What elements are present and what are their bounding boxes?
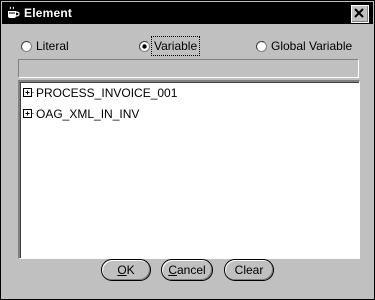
source-type-group: Literal Variable Global Variable	[1, 36, 375, 57]
cancel-label-rest: ancel	[176, 263, 206, 277]
radio-checked-icon	[139, 40, 150, 52]
tree-node-label: OAG_XML_IN_INV	[36, 107, 140, 121]
dialog-buttons: OK Cancel Clear	[1, 259, 375, 283]
ok-button[interactable]: OK	[101, 259, 151, 281]
radio-global-variable[interactable]: Global Variable	[256, 37, 352, 55]
clear-button[interactable]: Clear	[224, 259, 274, 281]
ok-mnemonic: O	[117, 263, 127, 277]
cancel-button[interactable]: Cancel	[161, 259, 213, 281]
element-dialog: Element Literal Variable Global Variable…	[0, 0, 375, 300]
tree-node-process-invoice[interactable]: PROCESS_INVOICE_001	[23, 85, 177, 101]
selected-element-field[interactable]	[18, 59, 359, 78]
radio-unchecked-icon	[256, 40, 267, 52]
window-title: Element	[24, 6, 73, 20]
radio-global-variable-label: Global Variable	[271, 39, 353, 53]
close-button[interactable]	[351, 5, 369, 23]
plus-icon[interactable]	[23, 87, 34, 99]
radio-literal-label: Literal	[36, 39, 69, 53]
ok-label-rest: K	[126, 263, 135, 277]
radio-variable-label: Variable	[150, 36, 201, 56]
element-tree[interactable]: PROCESS_INVOICE_001 OAG_XML_IN_INV	[18, 80, 360, 259]
radio-literal[interactable]: Literal	[21, 37, 69, 55]
cancel-mnemonic: C	[168, 263, 177, 277]
plus-icon[interactable]	[23, 108, 34, 120]
close-icon	[354, 8, 364, 18]
radio-variable[interactable]: Variable	[139, 36, 201, 56]
radio-unchecked-icon	[21, 40, 32, 52]
title-bar[interactable]: Element	[2, 2, 373, 24]
tree-node-label: PROCESS_INVOICE_001	[36, 86, 178, 100]
tree-node-oag-xml[interactable]: OAG_XML_IN_INV	[23, 106, 139, 122]
app-cup-icon	[6, 6, 20, 20]
